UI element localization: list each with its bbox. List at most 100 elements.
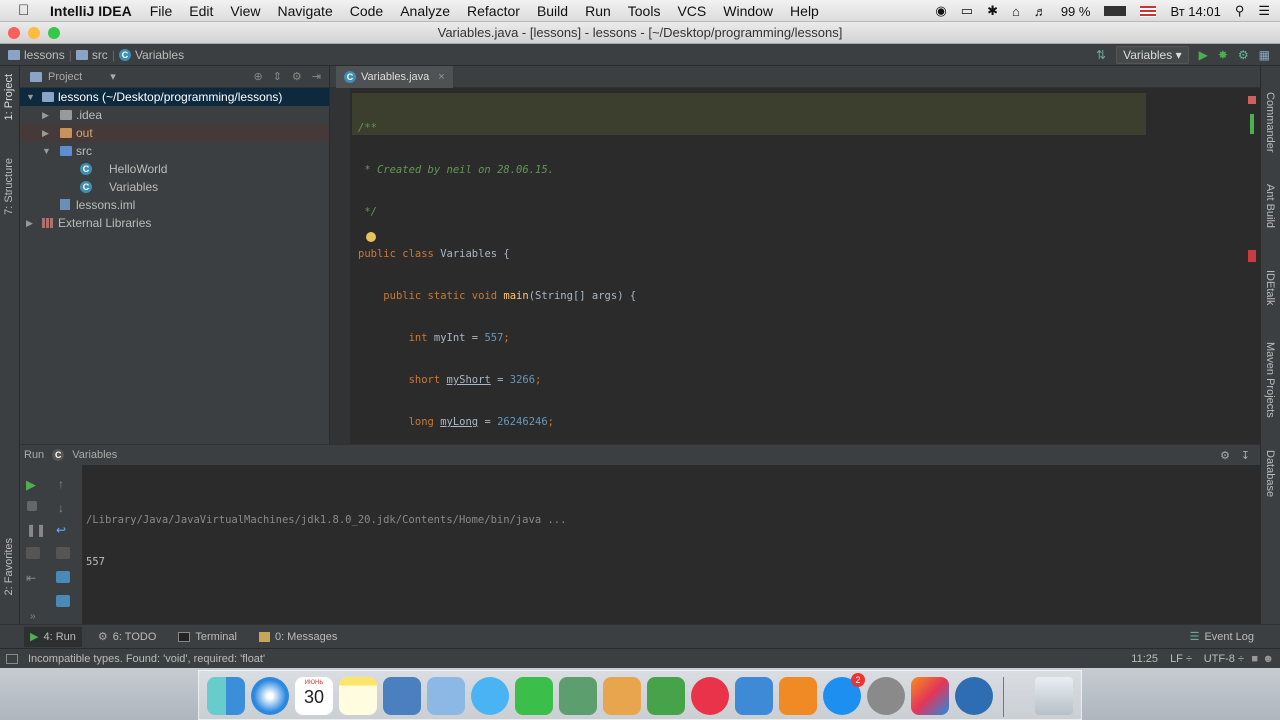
- debug-icon[interactable]: ✸: [1218, 48, 1228, 62]
- menu-run[interactable]: Run: [585, 3, 611, 19]
- menu-file[interactable]: File: [150, 3, 173, 19]
- tree-item-lessons-iml[interactable]: lessons.iml: [20, 196, 329, 214]
- battery-label[interactable]: 99 %: [1061, 4, 1091, 19]
- minimize-window-button[interactable]: [28, 27, 40, 39]
- project-view-select[interactable]: Project: [48, 71, 82, 83]
- tab-project[interactable]: 1: Project: [3, 74, 15, 120]
- trash-icon[interactable]: [1035, 677, 1073, 715]
- file-encoding[interactable]: UTF-8 ÷: [1204, 653, 1244, 665]
- tool-tab-terminal[interactable]: Terminal: [172, 627, 243, 647]
- close-tab-icon[interactable]: ×: [438, 71, 444, 83]
- tool-windows-toggle-icon[interactable]: [6, 653, 18, 664]
- run-config-select[interactable]: Variables ▾: [1116, 46, 1189, 64]
- quicktime-icon[interactable]: [955, 677, 993, 715]
- apple-icon[interactable]: : [18, 2, 36, 19]
- close-window-button[interactable]: [8, 27, 20, 39]
- safari-icon[interactable]: [251, 677, 289, 715]
- menu-help[interactable]: Help: [790, 3, 819, 19]
- expand-arrow-icon[interactable]: ▼: [26, 88, 35, 106]
- flag-icon[interactable]: [1140, 5, 1157, 17]
- breadcrumb-project[interactable]: lessons: [24, 48, 65, 62]
- rerun-icon[interactable]: ▶: [26, 477, 40, 492]
- numbers-icon[interactable]: [647, 677, 685, 715]
- error-stripe-marker[interactable]: [1250, 114, 1254, 134]
- calendar-icon[interactable]: ИЮНЬ 30: [295, 677, 333, 715]
- ibooks-icon[interactable]: [779, 677, 817, 715]
- project-structure-icon[interactable]: ▦: [1259, 48, 1270, 62]
- system-preferences-icon[interactable]: [867, 677, 905, 715]
- menu-app-name[interactable]: IntelliJ IDEA: [50, 3, 132, 19]
- caret-position[interactable]: 11:25: [1131, 653, 1158, 665]
- keynote-icon[interactable]: [735, 677, 773, 715]
- record-icon[interactable]: ◉: [935, 3, 946, 19]
- tool-tab-messages[interactable]: 0: Messages: [253, 627, 343, 647]
- tool-tab-run[interactable]: ▶ 4: Run: [24, 626, 82, 647]
- menu-build[interactable]: Build: [537, 3, 568, 19]
- tree-item-lessons[interactable]: ▼ lessons (~/Desktop/programming/lessons…: [20, 88, 329, 106]
- photos-icon[interactable]: [559, 677, 597, 715]
- breadcrumb-class[interactable]: Variables: [135, 48, 184, 62]
- menu-analyze[interactable]: Analyze: [400, 3, 450, 19]
- menu-vcs[interactable]: VCS: [677, 3, 706, 19]
- tree-item-idea[interactable]: ▶ .idea: [20, 106, 329, 124]
- settings-icon[interactable]: ⚙: [1220, 449, 1230, 462]
- tab-commander[interactable]: Commander: [1264, 92, 1276, 153]
- facetime-icon[interactable]: [515, 677, 553, 715]
- tree-item-variables[interactable]: C Variables: [20, 178, 329, 196]
- menu-navigate[interactable]: Navigate: [277, 3, 332, 19]
- messages-app-icon[interactable]: [471, 677, 509, 715]
- line-separator[interactable]: LF ÷: [1170, 653, 1192, 665]
- dump-threads-icon[interactable]: [26, 547, 40, 559]
- itunes-icon[interactable]: [691, 677, 729, 715]
- print-icon[interactable]: [56, 547, 70, 559]
- clear-all-icon[interactable]: [56, 595, 70, 607]
- coverage-icon[interactable]: ⚙: [1238, 48, 1249, 62]
- tree-item-out[interactable]: ▶ out: [20, 124, 329, 142]
- menu-window[interactable]: Window: [723, 3, 773, 19]
- build-icon[interactable]: ⇅: [1096, 48, 1106, 62]
- finder-icon[interactable]: [207, 677, 245, 715]
- tree-item-helloworld[interactable]: C HelloWorld: [20, 160, 329, 178]
- preview-icon[interactable]: [427, 677, 465, 715]
- menu-tools[interactable]: Tools: [628, 3, 661, 19]
- clock[interactable]: Вт 14:01: [1170, 4, 1220, 19]
- zoom-window-button[interactable]: [48, 27, 60, 39]
- tree-item-src[interactable]: ▼ src: [20, 142, 329, 160]
- notes-icon[interactable]: [339, 677, 377, 715]
- tab-maven-projects[interactable]: Maven Projects: [1264, 342, 1276, 418]
- settings-icon[interactable]: ⚙: [292, 70, 302, 83]
- scroll-down-icon[interactable]: ↓: [58, 501, 72, 515]
- drawing-app-icon[interactable]: [603, 677, 641, 715]
- chevron-down-icon[interactable]: ▾: [110, 70, 116, 83]
- menu-edit[interactable]: Edit: [189, 3, 213, 19]
- airplay-icon[interactable]: ▭: [961, 3, 973, 19]
- breadcrumb-src[interactable]: src: [92, 48, 108, 62]
- inspector-icon[interactable]: ☻: [1262, 653, 1274, 665]
- tab-database[interactable]: Database: [1264, 450, 1276, 497]
- more-icon[interactable]: »: [30, 611, 36, 622]
- tool-tab-event-log[interactable]: ☰ Event Log: [1184, 627, 1260, 647]
- expand-arrow-icon[interactable]: ▶: [42, 124, 49, 142]
- wifi-icon[interactable]: ⌂: [1012, 4, 1020, 19]
- menu-code[interactable]: Code: [350, 3, 383, 19]
- volume-icon[interactable]: ♬: [1034, 4, 1047, 19]
- tab-favorites[interactable]: 2: Favorites: [3, 538, 15, 595]
- hide-panel-icon[interactable]: ⇥: [312, 70, 321, 83]
- spotlight-icon[interactable]: ⚲: [1235, 3, 1245, 19]
- intellij-idea-icon[interactable]: [911, 677, 949, 715]
- exit-icon[interactable]: ⇤: [26, 571, 40, 585]
- pause-icon[interactable]: ❚❚: [26, 523, 46, 537]
- notification-center-icon[interactable]: ☰: [1258, 3, 1270, 19]
- scroll-up-icon[interactable]: ↑: [58, 477, 72, 491]
- error-stripe-marker[interactable]: [1248, 96, 1256, 104]
- expand-arrow-icon[interactable]: ▶: [26, 214, 33, 232]
- tool-tab-todo[interactable]: ⚙ 6: TODO: [92, 627, 162, 647]
- tree-item-external-libraries[interactable]: ▶ External Libraries: [20, 214, 329, 232]
- menu-view[interactable]: View: [230, 3, 260, 19]
- expand-arrow-icon[interactable]: ▶: [42, 106, 49, 124]
- collapse-icon[interactable]: ⇕: [273, 70, 282, 83]
- error-stripe-marker[interactable]: [1248, 250, 1256, 262]
- tab-structure[interactable]: 7: Structure: [3, 158, 15, 215]
- battery-icon[interactable]: [1104, 6, 1127, 16]
- lock-icon[interactable]: ■: [1251, 653, 1258, 665]
